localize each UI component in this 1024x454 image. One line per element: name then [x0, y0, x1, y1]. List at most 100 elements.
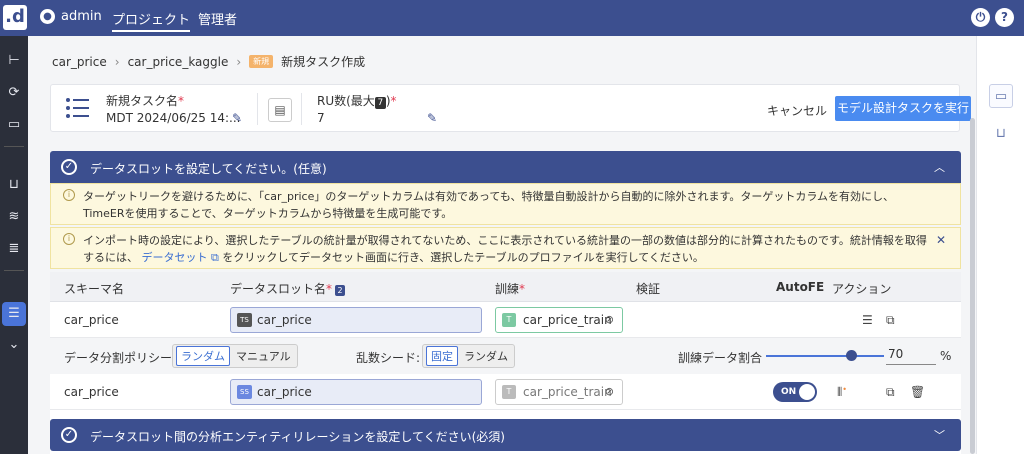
- user-name: admin: [61, 9, 102, 24]
- table-row: car_price SS car_price T car_price_train…: [50, 374, 961, 410]
- slot-input[interactable]: TS car_price: [230, 307, 482, 333]
- folder-icon[interactable]: ▭: [989, 84, 1013, 108]
- no-file-icon[interactable]: ⊘: [605, 313, 614, 326]
- entity-relation-panel-header[interactable]: ✓ データスロット間の分析エンティティリレーションを設定してください(必須) ﹀: [50, 419, 961, 451]
- alert-text: ターゲットリークを避けるために、「car_price」のターゲットカラムは有効で…: [83, 190, 895, 220]
- seed-toggle[interactable]: 固定 ランダム: [422, 344, 515, 368]
- seed-fixed[interactable]: 固定: [426, 346, 458, 366]
- slot-input[interactable]: SS car_price: [230, 379, 482, 405]
- schema-name: car_price: [64, 385, 119, 399]
- header-train: 訓練*: [495, 282, 526, 296]
- autofe-toggle[interactable]: ON: [773, 382, 817, 402]
- database-settings-icon[interactable]: ≣: [5, 240, 23, 258]
- dataset-link[interactable]: データセット: [142, 251, 208, 264]
- policy-manual[interactable]: マニュアル: [233, 347, 294, 365]
- comment-button[interactable]: ▤: [268, 98, 292, 122]
- panel-title: データスロットを設定してください。(任意): [90, 162, 327, 176]
- filter-settings-icon[interactable]: ☰: [862, 313, 873, 327]
- task-name-value[interactable]: MDT 2024/06/25 14:...: [106, 111, 240, 125]
- seed-random[interactable]: ランダム: [461, 347, 511, 365]
- divider: [301, 93, 302, 125]
- app-logo[interactable]: .d: [3, 5, 27, 30]
- check-circle-icon: ✓: [61, 159, 77, 175]
- task-list-icon[interactable]: ☰: [5, 305, 23, 323]
- inbox-icon[interactable]: ⊔: [989, 122, 1013, 146]
- panel-title: データスロット間の分析エンティティリレーションを設定してください(必須): [90, 430, 505, 444]
- close-icon[interactable]: ✕: [936, 233, 946, 247]
- split-policy-toggle[interactable]: ランダム マニュアル: [172, 344, 298, 368]
- user-icon: ●: [40, 9, 55, 24]
- chevron-down-icon[interactable]: ⌄: [5, 336, 23, 354]
- breadcrumb-project[interactable]: car_price: [52, 55, 107, 69]
- info-icon: i: [63, 189, 75, 201]
- alert-text: インポート時の設定により、選択したテーブルの統計量が取得されてないため、ここに表…: [83, 234, 927, 264]
- breadcrumb-dataset[interactable]: car_price_kaggle: [128, 55, 229, 69]
- ratio-label: 訓練データ割合: [678, 351, 763, 365]
- help-icon[interactable]: ?: [995, 8, 1014, 27]
- cycle-icon[interactable]: ⟳: [5, 84, 23, 102]
- slider-handle[interactable]: [845, 350, 857, 361]
- divider: [4, 270, 24, 271]
- info-icon: i: [63, 233, 75, 245]
- external-link-icon: ⧉: [207, 251, 223, 264]
- ratio-input[interactable]: 70: [886, 347, 936, 365]
- ru-label: RU数(最大 7)*: [317, 94, 397, 109]
- breadcrumb-current: 新規タスク作成: [281, 55, 366, 69]
- user-menu[interactable]: ● admin: [40, 9, 102, 24]
- run-task-button[interactable]: モデル設計タスクを実行: [835, 96, 971, 121]
- top-bar: .d ● admin プロジェクト 管理者 ⏻ ?: [0, 0, 1024, 36]
- cancel-button[interactable]: キャンセル: [767, 102, 827, 119]
- chevron-up-icon[interactable]: ︿: [934, 159, 945, 175]
- no-file-icon[interactable]: ⊘: [605, 385, 614, 398]
- train-tag: T: [502, 313, 516, 327]
- trash-icon[interactable]: 🗑: [910, 385, 925, 399]
- edit-ru-icon[interactable]: ✎: [427, 111, 437, 125]
- header-autofe: AutoFE: [776, 280, 825, 294]
- scrollbar[interactable]: [970, 118, 975, 454]
- breadcrumb-separator: ›: [114, 54, 120, 69]
- database-icon[interactable]: ≋: [5, 208, 23, 226]
- new-badge: 新規: [249, 55, 274, 68]
- table-row: car_price TS car_price T car_price_train…: [50, 302, 961, 338]
- header-verify: 検証: [636, 282, 661, 296]
- breadcrumb: car_price › car_price_kaggle › 新規 新規タスク作…: [52, 53, 365, 70]
- policy-random[interactable]: ランダム: [176, 346, 230, 366]
- policy-label: データ分割ポリシー: [64, 351, 173, 365]
- train-select[interactable]: T car_price_train ⊘: [495, 379, 623, 405]
- main-content: car_price › car_price_kaggle › 新規 新規タスク作…: [28, 36, 976, 454]
- power-icon[interactable]: ⏻: [971, 8, 990, 27]
- copy-icon[interactable]: ⧉: [886, 313, 895, 328]
- toggle-knob: [799, 384, 815, 400]
- breadcrumb-separator: ›: [236, 54, 242, 69]
- feature-settings-icon[interactable]: ⦀•: [837, 385, 847, 400]
- seed-label: 乱数シード:: [356, 351, 421, 365]
- task-header: 新規タスク名* MDT 2024/06/25 14:... ✎ ▤ RU数(最大…: [50, 84, 971, 132]
- split-policy-row: データ分割ポリシー ランダム マニュアル 乱数シード: 固定 ランダム 訓練デー…: [50, 338, 961, 374]
- task-name-label: 新規タスク名*: [106, 94, 185, 108]
- train-select[interactable]: T car_price_train ⊘: [495, 307, 623, 333]
- ratio-slider[interactable]: [766, 355, 884, 357]
- header-schema: スキーマ名: [64, 282, 125, 296]
- percent-unit: %: [940, 349, 952, 363]
- train-tag: T: [502, 385, 516, 399]
- alert-statistics: i インポート時の設定により、選択したテーブルの統計量が取得されてないため、ここ…: [50, 227, 961, 269]
- table-header: スキーマ名 データスロット名* 2 訓練* 検証 AutoFE アクション: [50, 272, 961, 302]
- ts-tag: TS: [237, 313, 252, 327]
- divider: [4, 146, 24, 147]
- edit-name-icon[interactable]: ✎: [232, 111, 242, 125]
- copy-icon[interactable]: ⧉: [886, 385, 895, 400]
- ru-value[interactable]: 7: [317, 111, 325, 125]
- ss-tag: SS: [237, 385, 252, 399]
- chevron-down-icon[interactable]: ﹀: [934, 427, 945, 443]
- folder-icon[interactable]: ▭: [5, 116, 23, 134]
- inbox-icon[interactable]: ⊔: [5, 176, 23, 194]
- data-slot-panel-header[interactable]: ✓ データスロットを設定してください。(任意) ︿: [50, 151, 961, 183]
- schema-name: car_price: [64, 313, 119, 327]
- alert-target-leak: i ターゲットリークを避けるために、「car_price」のターゲットカラムは有…: [50, 183, 961, 225]
- nav-admin[interactable]: 管理者: [198, 9, 237, 28]
- left-sidebar: ⊢ ⟳ ▭ ⊔ ≋ ≣ ☰ ⌄: [0, 36, 28, 454]
- divider: [257, 93, 258, 125]
- right-sidebar: ▭ ⊔: [976, 36, 1024, 454]
- pipeline-icon[interactable]: ⊢: [5, 52, 23, 70]
- nav-project[interactable]: プロジェクト: [112, 9, 191, 32]
